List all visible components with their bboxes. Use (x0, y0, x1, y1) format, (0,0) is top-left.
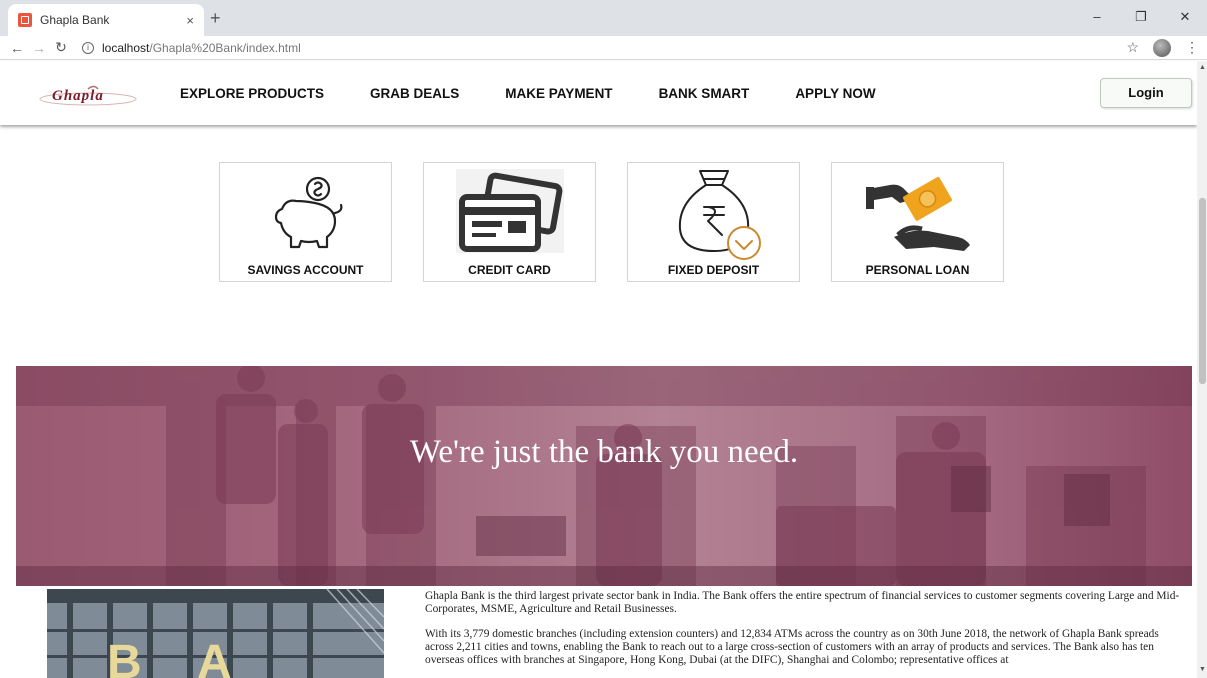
window-controls: – ❐ ✕ (1075, 0, 1207, 36)
main-nav: EXPLORE PRODUCTS GRAB DEALS MAKE PAYMENT… (180, 61, 922, 125)
money-bag-icon (678, 170, 761, 260)
nav-bank-smart[interactable]: BANK SMART (659, 86, 750, 101)
bank-building-image: B A (47, 589, 384, 678)
scrollbar-thumb[interactable] (1199, 198, 1206, 384)
site-info-icon[interactable]: i (82, 41, 94, 54)
about-paragraph-2: With its 3,779 domestic branches (includ… (425, 627, 1159, 667)
hero-heading: We're just the bank you need. (409, 434, 799, 470)
product-label: FIXED DEPOSIT (667, 263, 760, 277)
product-card-fixed-deposit[interactable]: FIXED DEPOSIT (627, 162, 800, 282)
svg-text:B: B (107, 636, 142, 678)
loan-hand-icon (866, 176, 970, 251)
logo-text: Ghapla (52, 88, 104, 104)
window-close-icon[interactable]: ✕ (1163, 0, 1207, 36)
minimize-icon[interactable]: – (1075, 0, 1119, 36)
product-label: PERSONAL LOAN (865, 263, 970, 277)
ghapla-logo[interactable]: Ghapla (38, 83, 138, 107)
product-label: SAVINGS ACCOUNT (247, 263, 364, 277)
nav-apply-now[interactable]: APPLY NOW (795, 86, 875, 101)
url-host: localhost (102, 40, 150, 55)
url-path: /Ghapla%20Bank/index.html (149, 40, 301, 55)
bookmark-star-icon[interactable]: ☆ (1126, 39, 1139, 56)
hero-banner: We're just the bank you need. (16, 366, 1192, 586)
office-people-image (16, 366, 1192, 586)
tab-close-icon[interactable]: × (186, 13, 194, 28)
site-favicon-icon (18, 13, 32, 27)
svg-text:A: A (197, 636, 232, 678)
nav-grab-deals[interactable]: GRAB DEALS (370, 86, 459, 101)
tab-title: Ghapla Bank (40, 13, 110, 27)
product-label: CREDIT CARD (468, 263, 551, 277)
url-field[interactable]: i localhost /Ghapla%20Bank/index.html (82, 41, 1126, 55)
nav-make-payment[interactable]: MAKE PAYMENT (505, 86, 612, 101)
scroll-down-icon[interactable]: ▼ (1199, 666, 1206, 673)
address-bar: ← → ↻ i localhost /Ghapla%20Bank/index.h… (0, 36, 1207, 60)
login-button[interactable]: Login (1100, 78, 1192, 108)
product-card-savings[interactable]: SAVINGS ACCOUNT (219, 162, 392, 282)
scroll-up-icon[interactable]: ▲ (1199, 64, 1206, 71)
site-header: Ghapla EXPLORE PRODUCTS GRAB DEALS MAKE … (0, 61, 1197, 125)
restore-icon[interactable]: ❐ (1119, 0, 1163, 36)
new-tab-button[interactable]: + (210, 8, 221, 29)
browser-tab[interactable]: Ghapla Bank × (8, 4, 204, 36)
menu-kebab-icon[interactable]: ⋮ (1185, 39, 1199, 56)
about-paragraph-1: Ghapla Bank is the third largest private… (425, 590, 1180, 616)
product-card-personal-loan[interactable]: PERSONAL LOAN (831, 162, 1004, 282)
piggy-bank-icon (274, 176, 343, 249)
back-arrow-icon[interactable]: ← (6, 40, 28, 56)
building-facade-image: B A (47, 589, 384, 678)
reload-icon[interactable]: ↻ (50, 39, 72, 56)
profile-avatar[interactable] (1153, 38, 1171, 57)
nav-explore-products[interactable]: EXPLORE PRODUCTS (180, 86, 324, 101)
credit-card-icon (456, 169, 564, 253)
product-card-credit[interactable]: CREDIT CARD (423, 162, 596, 282)
about-text: Ghapla Bank is the third largest private… (425, 590, 1190, 678)
forward-arrow-icon[interactable]: → (28, 40, 50, 56)
browser-tab-bar: Ghapla Bank × + – ❐ ✕ (0, 0, 1207, 36)
